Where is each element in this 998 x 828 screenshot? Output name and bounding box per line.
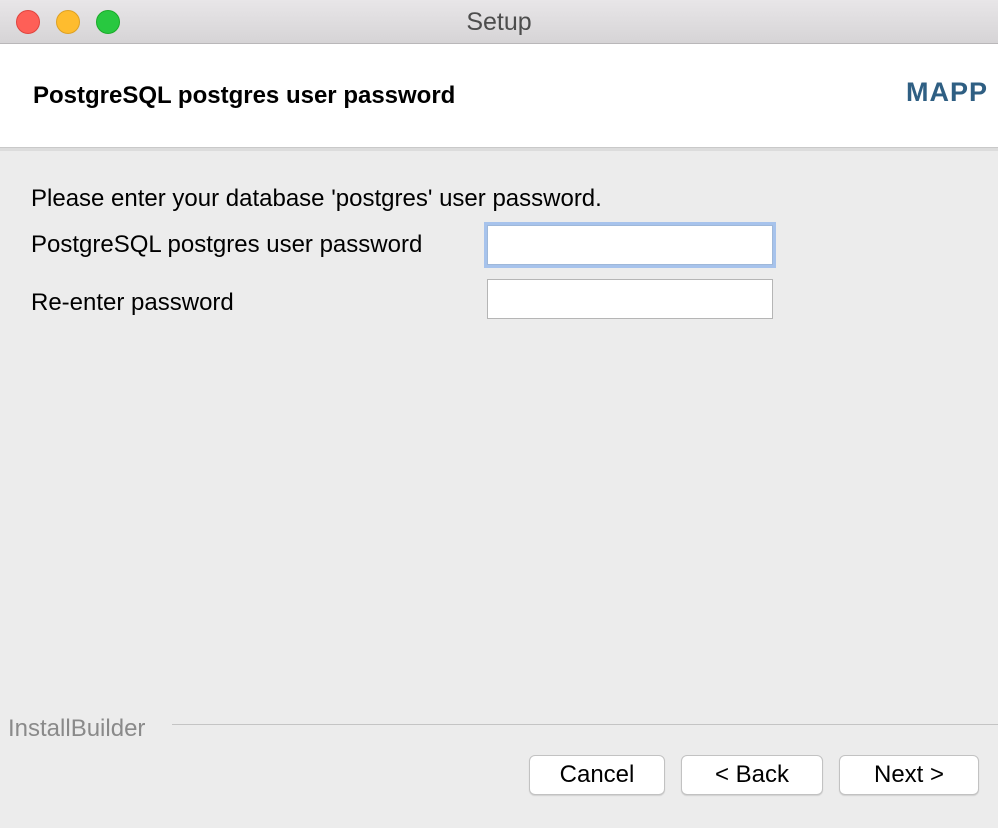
reenter-password-label: Re-enter password (31, 289, 234, 316)
installbuilder-brand: InstallBuilder (8, 715, 146, 742)
mapp-logo: MAPP (905, 77, 988, 107)
title-bar[interactable]: Setup (0, 0, 998, 44)
footer-divider (172, 724, 998, 725)
window-title: Setup (466, 8, 532, 36)
setup-window: Setup PostgreSQL postgres user password … (0, 0, 998, 828)
next-button[interactable]: Next > (839, 755, 979, 795)
back-button[interactable]: < Back (681, 755, 823, 795)
password-label: PostgreSQL postgres user password (31, 231, 423, 258)
password-input[interactable] (487, 225, 773, 265)
reenter-password-input[interactable] (487, 279, 773, 319)
page-title: PostgreSQL postgres user password (33, 82, 456, 109)
instruction-text: Please enter your database 'postgres' us… (31, 185, 602, 212)
cancel-button[interactable]: Cancel (529, 755, 665, 795)
header-banner: PostgreSQL postgres user password MAPP (0, 44, 998, 148)
header-divider (0, 148, 998, 151)
